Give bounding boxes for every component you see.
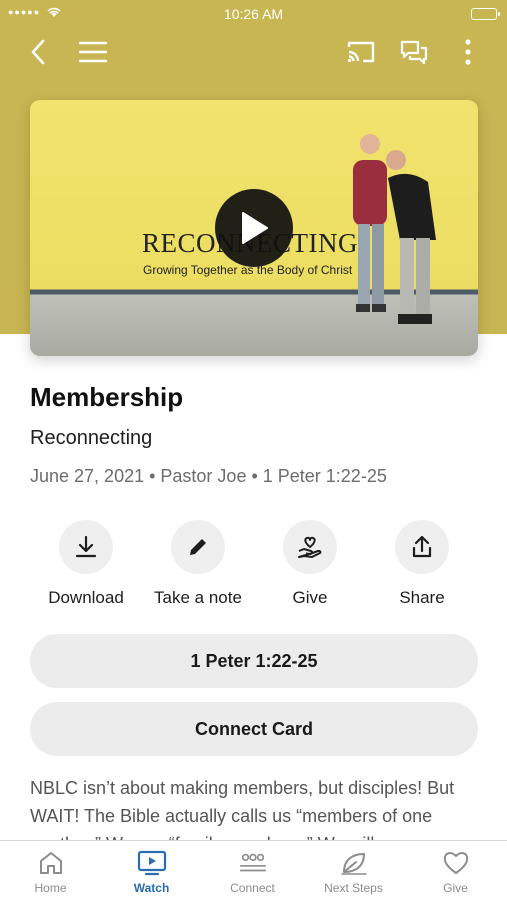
tab-home[interactable]: Home	[0, 841, 101, 900]
leaf-icon	[340, 853, 367, 875]
tab-give-label: Give	[443, 881, 468, 895]
cast-button[interactable]	[343, 34, 379, 70]
tv-play-icon	[137, 850, 166, 876]
more-icon	[465, 39, 471, 65]
chat-icon	[400, 40, 428, 64]
play-button[interactable]	[215, 189, 293, 267]
tab-watch-label: Watch	[133, 881, 170, 895]
take-note-button[interactable]	[171, 520, 225, 574]
status-bar: ●●●●● 10:26 AM	[0, 0, 507, 28]
status-time: 10:26 AM	[223, 6, 284, 22]
tab-watch[interactable]: Watch	[101, 841, 202, 900]
give-label: Give	[292, 588, 328, 607]
pastors-photo	[353, 134, 436, 324]
nav-bar	[0, 30, 507, 74]
take-note-action[interactable]: Take a note	[142, 520, 254, 608]
cast-icon	[347, 41, 375, 63]
take-note-label: Take a note	[154, 588, 242, 607]
tab-give[interactable]: Give	[405, 841, 506, 900]
bottom-tab-bar: Home Watch Connect Next Steps Give	[0, 840, 507, 900]
tab-connect-label: Connect	[230, 881, 275, 895]
people-icon	[239, 853, 266, 872]
pencil-icon	[190, 539, 206, 555]
share-action[interactable]: Share	[366, 520, 478, 608]
download-icon	[75, 535, 97, 558]
share-button[interactable]	[395, 520, 449, 574]
back-button[interactable]	[20, 34, 56, 70]
back-icon	[31, 39, 45, 65]
battery-icon	[471, 8, 500, 20]
scripture-button[interactable]: 1 Peter 1:22-25	[30, 634, 478, 688]
give-button[interactable]	[283, 520, 337, 574]
share-icon	[412, 535, 432, 558]
give-action[interactable]: Give	[254, 520, 366, 608]
download-button[interactable]	[59, 520, 113, 574]
tab-home-label: Home	[34, 881, 67, 895]
play-icon	[242, 212, 268, 244]
video-player[interactable]: RECONNECTING Growing Together as the Bod…	[30, 100, 478, 356]
download-label: Download	[48, 588, 124, 607]
tab-connect[interactable]: Connect	[202, 841, 303, 900]
share-label: Share	[399, 588, 445, 607]
heart-icon	[443, 852, 468, 874]
home-icon	[39, 852, 62, 874]
menu-icon	[79, 41, 107, 63]
menu-button[interactable]	[75, 34, 111, 70]
more-options-button[interactable]	[450, 34, 486, 70]
give-hand-icon	[298, 536, 322, 558]
tab-next-steps-label: Next Steps	[324, 881, 383, 895]
sermon-title: Membership	[30, 382, 184, 412]
sermon-meta: June 27, 2021 • Pastor Joe • 1 Peter 1:2…	[30, 466, 387, 486]
tab-next-steps[interactable]: Next Steps	[303, 841, 404, 900]
download-action[interactable]: Download	[30, 520, 142, 608]
series-name: Reconnecting	[30, 427, 153, 449]
connect-card-button[interactable]: Connect Card	[30, 702, 478, 756]
action-row: Download Take a note Give Share	[30, 520, 478, 612]
chat-button[interactable]	[396, 34, 432, 70]
